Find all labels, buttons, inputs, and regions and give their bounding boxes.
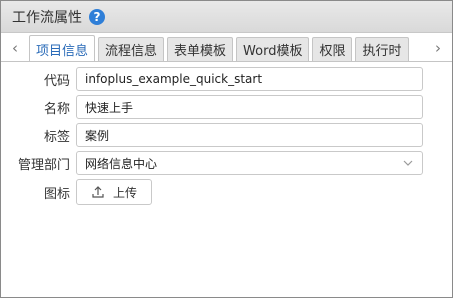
dialog-title: 工作流属性	[12, 9, 82, 26]
form-row-code: 代码	[1, 67, 452, 91]
upload-button[interactable]: 上传	[76, 179, 153, 205]
dialog-titlebar: 工作流属性 ?	[1, 1, 452, 33]
tab-bar: ‹ 项目信息 流程信息 表单模板 Word模板 权限 执行时 ›	[1, 34, 452, 62]
code-label: 代码	[43, 73, 70, 89]
project-info-form: 代码 名称 标签 管理部门 网络信息中心 图标	[1, 67, 452, 209]
tags-label: 标签	[43, 129, 70, 145]
upload-icon	[92, 186, 104, 198]
department-select-value: 网络信息中心	[85, 156, 158, 171]
name-input[interactable]	[76, 95, 423, 119]
form-row-icon: 图标 上传	[1, 179, 452, 205]
form-row-name: 名称	[1, 95, 452, 119]
chevron-down-icon	[403, 160, 413, 166]
tags-input[interactable]	[76, 123, 423, 147]
tab-form-template[interactable]: 表单模板	[167, 37, 234, 61]
upload-button-label: 上传	[113, 185, 138, 200]
tab-project-info[interactable]: 项目信息	[29, 35, 96, 61]
help-icon[interactable]: ?	[89, 8, 105, 25]
code-input[interactable]	[76, 67, 423, 91]
tab-permissions[interactable]: 权限	[312, 37, 353, 61]
tab-list: 项目信息 流程信息 表单模板 Word模板 权限 执行时	[29, 34, 424, 61]
department-select[interactable]: 网络信息中心	[76, 151, 423, 175]
name-label: 名称	[43, 101, 70, 117]
department-label: 管理部门	[17, 157, 70, 173]
form-row-tags: 标签	[1, 123, 452, 147]
tab-process-info[interactable]: 流程信息	[98, 37, 165, 61]
tab-scroll-left-icon[interactable]: ‹	[1, 34, 29, 61]
form-row-department: 管理部门 网络信息中心	[1, 151, 452, 175]
icon-label: 图标	[43, 186, 70, 202]
tab-scroll-right-icon[interactable]: ›	[424, 34, 452, 61]
tab-word-template[interactable]: Word模板	[236, 37, 310, 61]
workflow-properties-dialog: 工作流属性 ? ‹ 项目信息 流程信息 表单模板 Word模板 权限 执行时 ›…	[0, 0, 453, 298]
tab-execution[interactable]: 执行时	[355, 37, 409, 61]
